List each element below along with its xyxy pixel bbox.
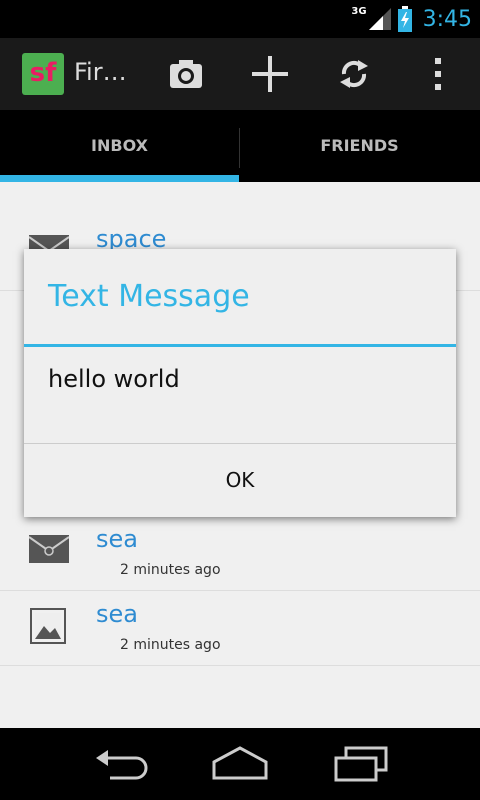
tab-selected-indicator [0, 175, 239, 182]
battery-charging-icon [397, 6, 412, 32]
refresh-icon[interactable] [336, 56, 372, 92]
add-icon[interactable] [252, 56, 288, 92]
action-bar: sf Fir… [0, 38, 480, 110]
recents-icon[interactable] [332, 744, 388, 784]
tab-bar: INBOX FRIENDS [0, 110, 480, 182]
list-item[interactable]: sea 2 minutes ago [0, 590, 480, 666]
mail-icon [29, 535, 69, 563]
camera-icon[interactable] [168, 56, 204, 92]
dialog-title-divider [24, 344, 456, 347]
status-indicators: 3G 3:45 [351, 0, 472, 38]
list-item[interactable]: sea 2 minutes ago [0, 515, 480, 591]
app-icon[interactable]: sf [22, 53, 64, 95]
tab-friends[interactable]: FRIENDS [240, 110, 479, 182]
image-icon [30, 608, 66, 644]
item-title: sea [96, 525, 138, 553]
signal-icon [368, 8, 391, 30]
text-message-dialog: Text Message hello world OK [24, 249, 456, 517]
clock: 3:45 [422, 6, 472, 32]
dialog-title: Text Message [48, 279, 250, 314]
navigation-bar [0, 728, 480, 800]
item-time: 2 minutes ago [120, 637, 221, 653]
ok-button[interactable]: OK [24, 444, 456, 517]
overflow-menu-icon[interactable] [420, 56, 456, 92]
item-title: sea [96, 600, 138, 628]
home-icon[interactable] [212, 744, 268, 784]
item-time: 2 minutes ago [120, 562, 221, 578]
tab-inbox[interactable]: INBOX [0, 110, 239, 182]
app-title: Fir… [74, 58, 127, 86]
network-type: 3G [351, 5, 367, 17]
status-bar: 3G 3:45 [0, 0, 480, 38]
dialog-message: hello world [48, 365, 180, 393]
back-icon[interactable] [92, 744, 148, 784]
